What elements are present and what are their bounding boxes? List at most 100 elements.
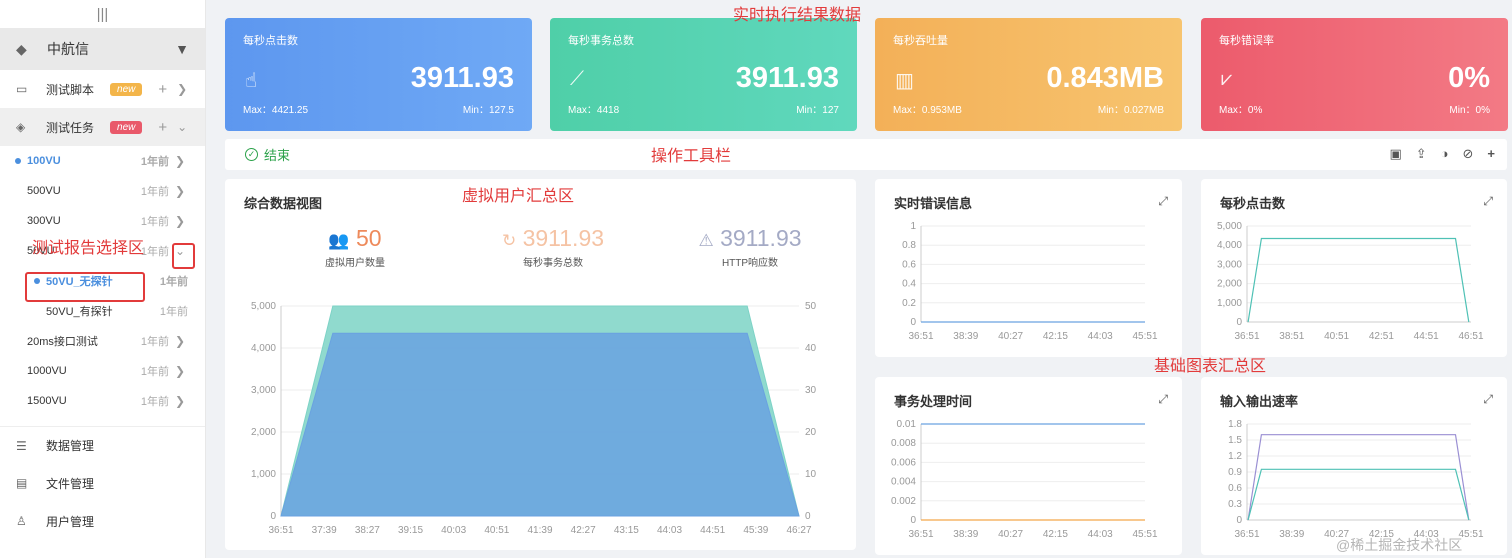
x-tick-label: 40:27 [998,331,1023,342]
card-transactions-per-second: 每秒事务总数 ⟋ 3911.93 Max：4418 Min：127 [550,18,857,131]
link-icon[interactable]: ⊘ [1463,146,1474,162]
y-tick-label: 0 [270,511,276,522]
pointer-icon: ☝ [245,70,258,92]
add-icon[interactable]: + [158,119,167,136]
y-tick-label: 3,000 [1217,259,1242,270]
task-item[interactable]: 1500VU 1年前 ❯ [0,386,205,416]
x-tick-label: 46:51 [1458,331,1483,342]
io-panel: 输入输出速率 ⤢ 0 0.3 0.6 0.9 1.2 1.5 1.8 36:51 38:39 40… [1201,377,1507,555]
menu-test-scripts[interactable]: ▭ 测试脚本 new + ❯ [0,70,205,108]
chevron-right-icon[interactable]: ❯ [177,82,187,96]
card-value: 3911.93 [410,62,514,94]
y-tick-label: 0.3 [1228,499,1242,510]
io-chart: 00.30.60.91.21.51.836:51 38:39 40:27 42:15 4… [1228,419,1484,540]
warning-icon: ⚠ [698,231,714,250]
chevron-right-icon[interactable]: ❯ [175,214,185,228]
org-selector[interactable]: ◆ 中航信 ▼ [0,28,205,70]
x-tick-label: 43:15 [614,525,639,536]
task-item[interactable]: 20ms接口测试 1年前 ❯ [0,326,205,356]
menu-data-management[interactable]: ☰ 数据管理 [0,426,205,464]
overview-chart: 0 1,000 2,000 3,000 4,000 5,000 0 10 20 30 40 50 36:… [251,301,817,536]
errors-chart: 0 0.2 0.4 0.6 0.8 1 36:51 38:39 40:27 42:15 44:03 4… [902,221,1158,342]
x-tick-label: 36:51 [908,331,933,342]
x-tick-label: 38:27 [355,525,380,536]
contrast-icon[interactable]: ◑ [1441,146,1449,162]
card-hits-per-second: 每秒点击数 ☝ 3911.93 Max：4421.25 Min：127.5 [225,18,532,131]
card-value: 3911.93 [735,62,839,94]
y-tick-label: 1 [910,221,916,232]
task-time: 1年前 [140,246,169,258]
task-item[interactable]: 300VU 1年前 ❯ [0,206,205,236]
card-value: 0% [1448,62,1490,94]
hits-panel: 每秒点击数 ⤢ 0 1,000 2,000 3,000 4,000 5,000 36:51 3… [1201,179,1507,357]
watermark: @稀土掘金技术社区 [1336,537,1463,553]
task-item[interactable]: 1000VU 1年前 ❯ [0,356,205,386]
task-time: 1年前 [140,186,169,198]
menu-file-management[interactable]: ▤ 文件管理 [0,464,205,502]
menu-user-management[interactable]: ♙ 用户管理 [0,502,205,540]
chevron-down-icon[interactable]: ⌄ [177,120,187,134]
menu-label: 文件管理 [46,476,95,491]
monitor-icon[interactable]: ▣ [1389,146,1401,162]
x-tick-label: 40:51 [1324,331,1349,342]
menu-label: 用户管理 [46,514,95,529]
chevron-right-icon[interactable]: ❯ [175,154,185,168]
task-item[interactable]: 500VU 1年前 ❯ [0,176,205,206]
y-tick-label: 5,000 [251,301,276,312]
y-tick-label-right: 10 [805,469,817,480]
y-tick-label: 0 [910,317,916,328]
task-label: 300VU [27,215,61,227]
card-min: Min：127 [796,105,839,116]
chevron-right-icon[interactable]: ❯ [175,394,185,408]
x-tick-label: 40:03 [441,525,466,536]
menu-label: 测试任务 [46,120,95,135]
new-badge: new [110,120,143,134]
share-icon[interactable]: ⇪ [1416,146,1427,162]
stat-tps: ↻ 3911.93 每秒事务总数 [473,225,633,269]
status-text: 结束 [264,148,291,163]
x-tick-label: 45:51 [1132,331,1157,342]
add-icon[interactable]: + [158,81,167,98]
task-label: 20ms接口测试 [27,336,98,348]
task-item[interactable]: 100VU 1年前 ❯ [0,146,205,176]
y-tick-label: 0.002 [891,496,916,507]
y-tick-label: 4,000 [1217,240,1242,251]
y-tick-label-right: 30 [805,385,817,396]
org-name: 中航信 [47,41,89,57]
chevron-right-icon[interactable]: ❯ [175,184,185,198]
task-label: 500VU [27,185,61,197]
cube-icon: ◆ [16,40,27,57]
x-tick-label: 45:51 [1132,529,1157,540]
y-tick-label: 1.5 [1228,435,1242,446]
card-max: Max：0.953MB [893,105,962,116]
users-value: 50 [355,225,382,251]
y-tick-label-right: 0 [805,511,811,522]
add-icon[interactable]: + [1487,146,1495,162]
x-tick-label: 42:51 [1369,331,1394,342]
y-tick-label: 0.4 [902,279,916,290]
x-tick-label: 46:27 [786,525,811,536]
y-tick-label: 1.2 [1228,451,1242,462]
trend-icon: ⟋ [570,68,584,90]
chevron-right-icon[interactable]: ❯ [175,364,185,378]
task-label: 1500VU [27,395,67,407]
y-tick-label: 0.8 [902,240,916,251]
task-time: 1年前 [140,336,169,348]
y-tick-label: 0 [1236,515,1242,526]
bar-icon: ▥ [895,70,914,92]
trans-time-chart: 0 0.002 0.004 0.006 0.008 0.01 36:51 38:39 40:27… [891,419,1158,540]
http-value: 3911.93 [720,225,802,251]
collapse-handle[interactable]: ||| [0,0,205,28]
x-tick-label: 38:51 [1279,331,1304,342]
task-label: 1000VU [27,365,67,377]
x-tick-label: 39:15 [398,525,423,536]
x-tick-label: 37:39 [312,525,337,536]
chevron-right-icon[interactable]: ❯ [175,334,185,348]
panel-title: 综合数据视图 [244,196,323,211]
active-dot [15,158,21,164]
stat-users: 👥 50 虚拟用户数量 [275,225,435,269]
tps-label: 每秒事务总数 [523,258,583,269]
x-tick-label: 42:27 [571,525,596,536]
x-tick-label: 44:51 [700,525,725,536]
menu-test-tasks[interactable]: ◈ 测试任务 new + ⌄ [0,108,205,146]
